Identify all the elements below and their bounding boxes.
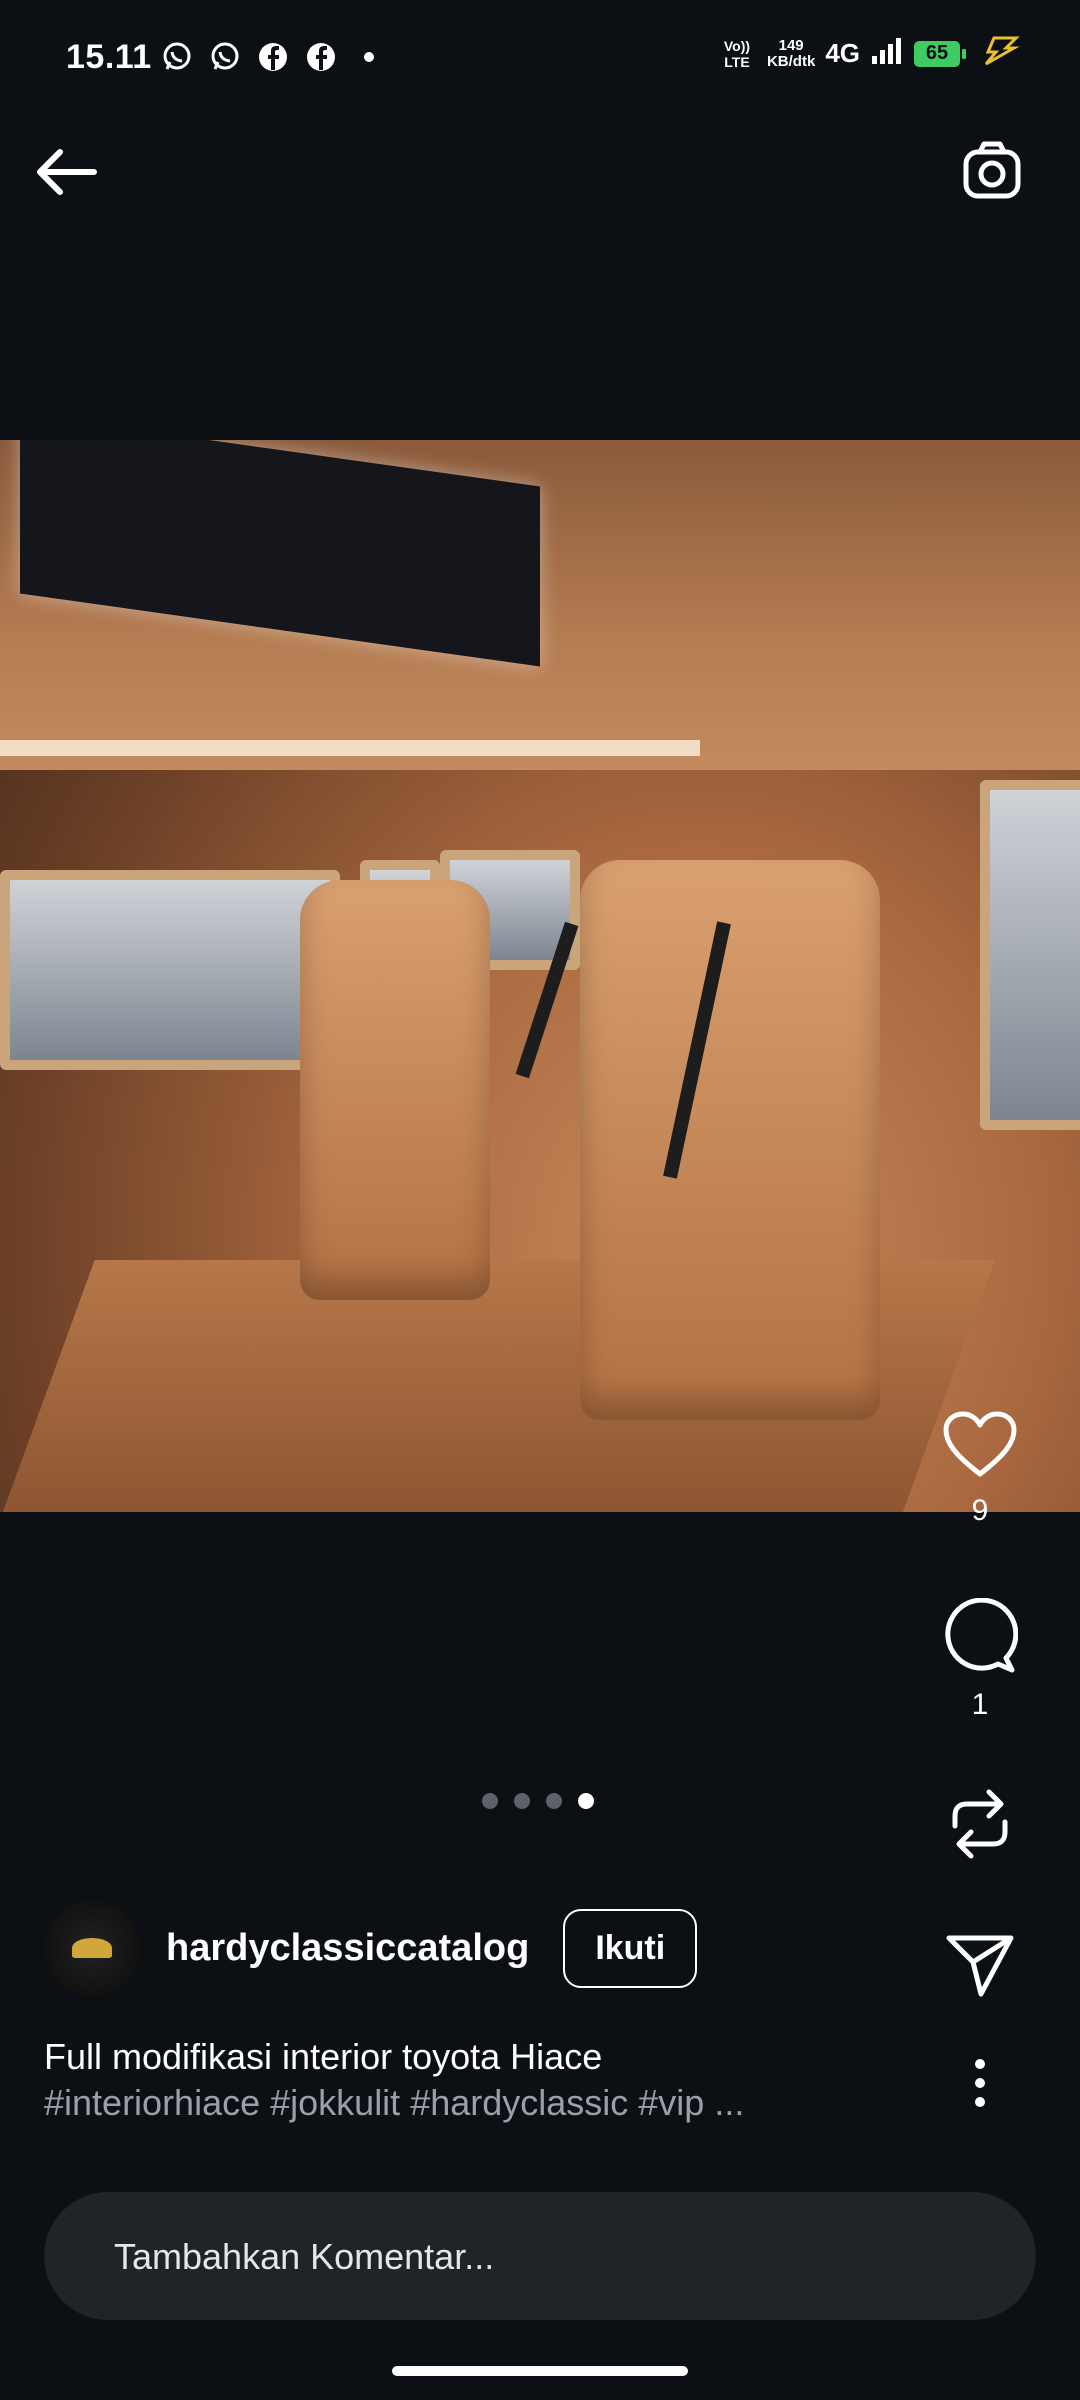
arrow-left-icon (37, 149, 97, 195)
image-light-strip (0, 740, 700, 756)
status-right: Vo)) LTE 149 KB/dtk 4G 65 (717, 36, 1020, 71)
carousel-dot-active[interactable] (578, 1793, 594, 1809)
carousel-dot[interactable] (546, 1793, 562, 1809)
share-button[interactable] (910, 1932, 1050, 1998)
heart-icon (943, 1411, 1017, 1477)
camera-icon (963, 141, 1021, 199)
image-seat (300, 880, 490, 1300)
image-seat (580, 860, 880, 1420)
status-time: 15.11 (66, 38, 152, 76)
notification-icons (160, 40, 386, 74)
avatar[interactable] (44, 1900, 140, 1996)
whatsapp-icon (208, 40, 242, 74)
network-type: 4G (825, 38, 860, 68)
volte-indicator: Vo)) LTE (723, 37, 751, 70)
repost-button[interactable] (910, 1786, 1050, 1862)
repost-icon (952, 1789, 1008, 1859)
net-speed: 149 KB/dtk (766, 36, 816, 70)
brand-logo (72, 1938, 112, 1958)
post-image[interactable] (0, 440, 1080, 1512)
image-window (0, 870, 340, 1070)
author-row: hardyclassiccatalog Ikuti (44, 1900, 698, 1996)
facebook-icon (256, 40, 290, 74)
comment-icon (945, 1598, 1018, 1673)
net-speed-unit: KB/dtk (766, 52, 816, 70)
caption[interactable]: Full modifikasi interior toyota Hiace #i… (44, 2034, 904, 2126)
username[interactable]: hardyclassiccatalog (166, 1927, 529, 1970)
dot-icon (352, 40, 386, 74)
facebook-icon (304, 40, 338, 74)
more-button[interactable] (910, 2058, 1050, 2108)
like-count: 9 (971, 1494, 989, 1527)
caption-text: Full modifikasi interior toyota Hiace (44, 2036, 603, 2077)
status-bar: 15.11 Vo)) LTE 149 KB/dtk 4G 65 (0, 0, 1080, 92)
send-icon (946, 1935, 1014, 1997)
carousel-indicator (482, 1793, 594, 1809)
comment-count: 1 (971, 1688, 989, 1721)
battery-indicator: 65 (914, 40, 966, 67)
carousel-dot[interactable] (482, 1793, 498, 1809)
signal-icon (870, 36, 904, 71)
home-indicator[interactable] (392, 2366, 688, 2376)
back-button[interactable] (30, 142, 104, 202)
carousel-dot[interactable] (514, 1793, 530, 1809)
camera-button[interactable] (960, 138, 1028, 206)
comment-box[interactable] (44, 2192, 1036, 2322)
image-window (980, 780, 1080, 1130)
like-button[interactable]: 9 (910, 1410, 1050, 1528)
top-bar (0, 92, 1080, 252)
comment-input[interactable] (112, 2192, 976, 2322)
caption-hashtags: #interiorhiace #jokkulit #hardyclassic #… (44, 2082, 745, 2123)
whatsapp-icon (160, 40, 194, 74)
charging-icon (980, 36, 1020, 71)
more-vertical-icon (975, 2059, 985, 2107)
net-speed-value: 149 (778, 36, 804, 54)
comment-button[interactable]: 1 (910, 1598, 1050, 1722)
follow-button[interactable]: Ikuti (563, 1908, 698, 1988)
